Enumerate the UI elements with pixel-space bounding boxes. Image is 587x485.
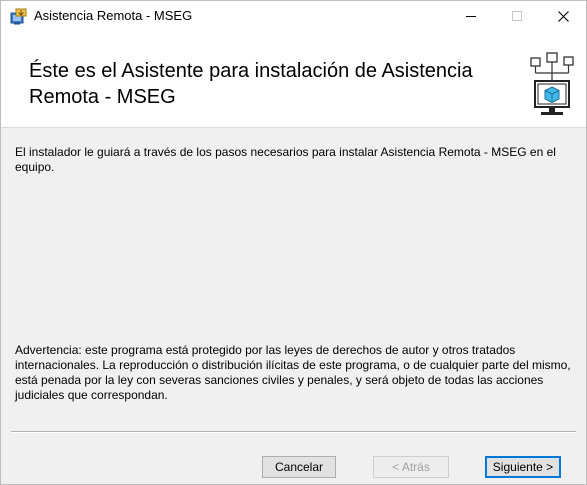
- window-title: Asistencia Remota - MSEG: [34, 8, 193, 23]
- title-bar[interactable]: Asistencia Remota - MSEG: [1, 1, 586, 31]
- next-button[interactable]: Siguiente >: [485, 456, 561, 478]
- maximize-icon: [512, 11, 522, 21]
- intro-text: El instalador le guiará a través de los …: [15, 145, 556, 174]
- minimize-icon: [466, 15, 476, 17]
- page-title: Éste es el Asistente para instalación de…: [29, 60, 473, 108]
- computer-network-box-icon: [530, 52, 574, 115]
- minimize-button[interactable]: [448, 1, 494, 31]
- back-button[interactable]: < Atrás: [373, 456, 449, 478]
- installer-icon: [10, 8, 27, 25]
- header-banner: Éste es el Asistente para instalación de…: [1, 31, 586, 128]
- divider: [11, 431, 576, 433]
- copyright-warning: Advertencia: este programa está protegid…: [15, 343, 571, 402]
- maximize-button[interactable]: [494, 1, 540, 31]
- installer-window: Asistencia Remota - MSEG Éste es el Asis…: [0, 0, 587, 485]
- close-icon: [557, 10, 569, 22]
- cancel-button[interactable]: Cancelar: [262, 456, 336, 478]
- close-button[interactable]: [540, 1, 586, 31]
